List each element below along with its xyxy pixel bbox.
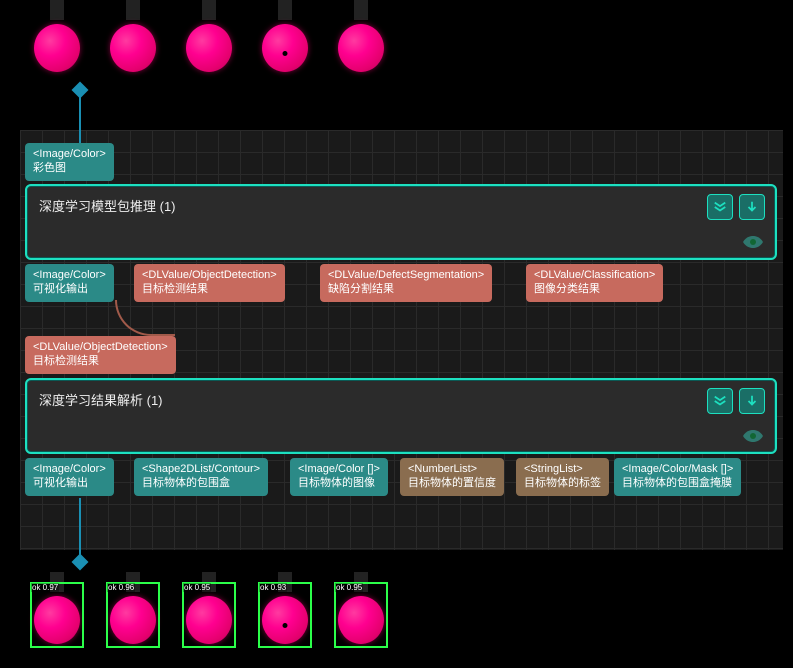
port-label: 目标物体的置信度 <box>408 476 496 490</box>
port-type: <Image/Color> <box>33 147 106 161</box>
port-type: <Image/Color> <box>33 462 106 476</box>
node-dl-result-parse[interactable]: 深度学习结果解析 (1) <box>25 378 777 454</box>
output-port-visual[interactable]: <Image/Color> 可视化输出 <box>25 458 114 496</box>
bulb-item <box>104 0 162 78</box>
node-title: 深度学习结果解析 (1) <box>39 390 163 409</box>
output-port-target-image[interactable]: <Image/Color []> 目标物体的图像 <box>290 458 388 496</box>
chevron-down-double-icon <box>713 200 727 214</box>
output-port-defect-seg[interactable]: <DLValue/DefectSegmentation> 缺陷分割结果 <box>320 264 492 302</box>
detection-label: ok 0.97 <box>31 583 59 592</box>
port-label: 缺陷分割结果 <box>328 282 484 296</box>
eye-icon[interactable] <box>741 234 765 250</box>
detection-item: ok 0.96 <box>104 572 162 650</box>
port-type: <DLValue/Classification> <box>534 268 655 282</box>
output-port-labels[interactable]: <StringList> 目标物体的标签 <box>516 458 609 496</box>
port-label: 目标检测结果 <box>33 354 168 368</box>
arrow-down-icon <box>745 394 759 408</box>
port-label: 图像分类结果 <box>534 282 655 296</box>
port-type: <Image/Color/Mask []> <box>622 462 733 476</box>
port-label: 目标检测结果 <box>142 282 277 296</box>
output-port-bbox-mask[interactable]: <Image/Color/Mask []> 目标物体的包围盒掩膜 <box>614 458 741 496</box>
port-label: 彩色图 <box>33 161 106 175</box>
connector-diamond-icon <box>72 554 89 571</box>
port-label: 目标物体的标签 <box>524 476 601 490</box>
port-type: <NumberList> <box>408 462 496 476</box>
output-port-object-detection[interactable]: <DLValue/ObjectDetection> 目标检测结果 <box>134 264 285 302</box>
port-label: 可视化输出 <box>33 282 106 296</box>
port-label: 目标物体的图像 <box>298 476 380 490</box>
bulb-item <box>180 0 238 78</box>
output-port-visual[interactable]: <Image/Color> 可视化输出 <box>25 264 114 302</box>
eye-icon[interactable] <box>741 428 765 444</box>
output-port-confidence[interactable]: <NumberList> 目标物体的置信度 <box>400 458 504 496</box>
port-type: <Image/Color> <box>33 268 106 282</box>
detection-item: ok 0.95 <box>180 572 238 650</box>
bulb-item <box>332 0 390 78</box>
node-dl-inference[interactable]: 深度学习模型包推理 (1) <box>25 184 777 260</box>
input-port-object-detection[interactable]: <DLValue/ObjectDetection> 目标检测结果 <box>25 336 176 374</box>
connector-line <box>79 94 81 144</box>
port-type: <DLValue/ObjectDetection> <box>33 340 168 354</box>
detection-label: ok 0.95 <box>335 583 363 592</box>
detection-item: ok 0.93 <box>256 572 314 650</box>
arrow-down-icon <box>745 200 759 214</box>
port-type: <StringList> <box>524 462 601 476</box>
port-label: 目标物体的包围盒 <box>142 476 260 490</box>
node-collapse-button[interactable] <box>707 194 733 220</box>
bulb-item <box>28 0 86 78</box>
detection-item: ok 0.97 <box>28 572 86 650</box>
node-title: 深度学习模型包推理 (1) <box>39 196 176 215</box>
connector-line <box>79 498 81 558</box>
bulb-item <box>256 0 314 78</box>
port-label: 可视化输出 <box>33 476 106 490</box>
node-collapse-button[interactable] <box>707 388 733 414</box>
input-image-preview <box>20 0 400 86</box>
detection-label: ok 0.93 <box>259 583 287 592</box>
port-type: <Image/Color []> <box>298 462 380 476</box>
node-run-button[interactable] <box>739 388 765 414</box>
chevron-down-double-icon <box>713 394 727 408</box>
port-type: <Shape2DList/Contour> <box>142 462 260 476</box>
port-label: 目标物体的包围盒掩膜 <box>622 476 733 490</box>
output-image-preview: ok 0.97 ok 0.96 ok 0.95 ok 0.93 ok 0.95 <box>20 572 400 660</box>
detection-label: ok 0.96 <box>107 583 135 592</box>
detection-label: ok 0.95 <box>183 583 211 592</box>
node-run-button[interactable] <box>739 194 765 220</box>
output-port-classification[interactable]: <DLValue/Classification> 图像分类结果 <box>526 264 663 302</box>
input-port-color-image[interactable]: <Image/Color> 彩色图 <box>25 143 114 181</box>
port-type: <DLValue/DefectSegmentation> <box>328 268 484 282</box>
detection-item: ok 0.95 <box>332 572 390 650</box>
port-type: <DLValue/ObjectDetection> <box>142 268 277 282</box>
output-port-bbox[interactable]: <Shape2DList/Contour> 目标物体的包围盒 <box>134 458 268 496</box>
